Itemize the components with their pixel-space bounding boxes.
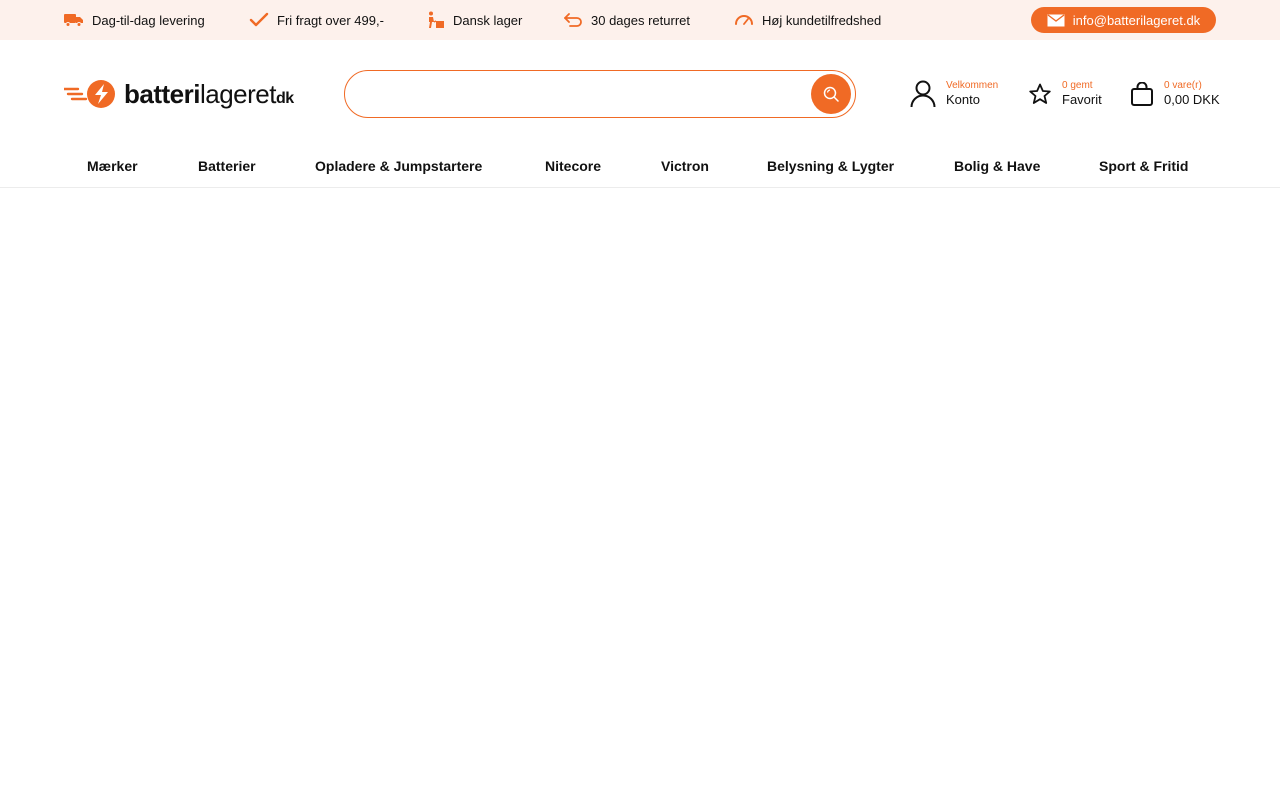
search-input[interactable] <box>363 79 803 109</box>
logo[interactable]: batterilageretdk <box>64 76 316 112</box>
account-greeting: Velkommen <box>946 80 999 92</box>
favorites-link[interactable]: 0 gemt Favorit <box>1028 78 1102 110</box>
logo-text-lageret: lageret <box>199 79 277 109</box>
cart-count: 0 vare(r) <box>1164 80 1202 92</box>
logo-text-dk: dk <box>275 90 294 107</box>
star-icon <box>1028 83 1052 105</box>
usp-satisfaction: Høj kundetilfredshed <box>734 0 881 40</box>
nav-item-batterier[interactable]: Batterier <box>198 158 256 174</box>
search-icon <box>823 86 839 102</box>
search-bar <box>344 70 856 118</box>
nav-item-victron[interactable]: Victron <box>661 158 709 174</box>
cart-total: 0,00 DKK <box>1164 92 1220 108</box>
usp-free-shipping: Fri fragt over 499,- <box>249 0 384 40</box>
nav-item-nitecore[interactable]: Nitecore <box>545 158 601 174</box>
logo-text-batteri: batteri <box>124 79 200 109</box>
usp-label: Høj kundetilfredshed <box>762 12 882 28</box>
return-arrow-icon <box>563 13 583 27</box>
nav-item-bolig-have[interactable]: Bolig & Have <box>954 158 1040 174</box>
account-link[interactable]: Velkommen Konto <box>910 78 998 110</box>
usp-delivery: Dag-til-dag levering <box>64 0 205 40</box>
email-button[interactable]: info@batterilageret.dk <box>1031 7 1216 33</box>
usp-label: Dag-til-dag levering <box>92 12 205 28</box>
account-label: Konto <box>946 92 980 108</box>
nav-item-opladere[interactable]: Opladere & Jumpstartere <box>315 158 482 174</box>
checkmark-icon <box>249 12 269 28</box>
favorites-count: 0 gemt <box>1062 80 1093 92</box>
usp-label: Dansk lager <box>453 12 523 28</box>
envelope-icon <box>1047 13 1065 27</box>
main-content <box>0 188 1280 800</box>
usp-label: Fri fragt over 499,- <box>277 12 384 28</box>
main-nav: Mærker Batterier Opladere & Jumpstartere… <box>0 148 1280 188</box>
usp-bar: Dag-til-dag levering Fri fragt over 499,… <box>0 0 1280 40</box>
usp-danish-warehouse: Dansk lager <box>425 0 522 40</box>
bolt-logo-icon <box>64 79 116 109</box>
truck-icon <box>64 13 84 27</box>
gauge-icon <box>734 14 754 26</box>
cart-link[interactable]: 0 vare(r) 0,00 DKK <box>1130 78 1220 110</box>
nav-item-sport-fritid[interactable]: Sport & Fritid <box>1099 158 1188 174</box>
warehouse-worker-icon <box>425 11 445 29</box>
search-button[interactable] <box>811 74 851 114</box>
shopping-bag-icon <box>1130 82 1154 106</box>
favorites-label: Favorit <box>1062 92 1102 108</box>
logo-wordmark: batterilageretdk <box>124 81 294 107</box>
email-label: info@batterilageret.dk <box>1072 12 1201 28</box>
nav-item-belysning[interactable]: Belysning & Lygter <box>767 158 894 174</box>
user-icon <box>910 80 936 108</box>
usp-returns: 30 dages returret <box>563 0 690 40</box>
nav-item-maerker[interactable]: Mærker <box>87 158 138 174</box>
usp-label: 30 dages returret <box>591 12 691 28</box>
